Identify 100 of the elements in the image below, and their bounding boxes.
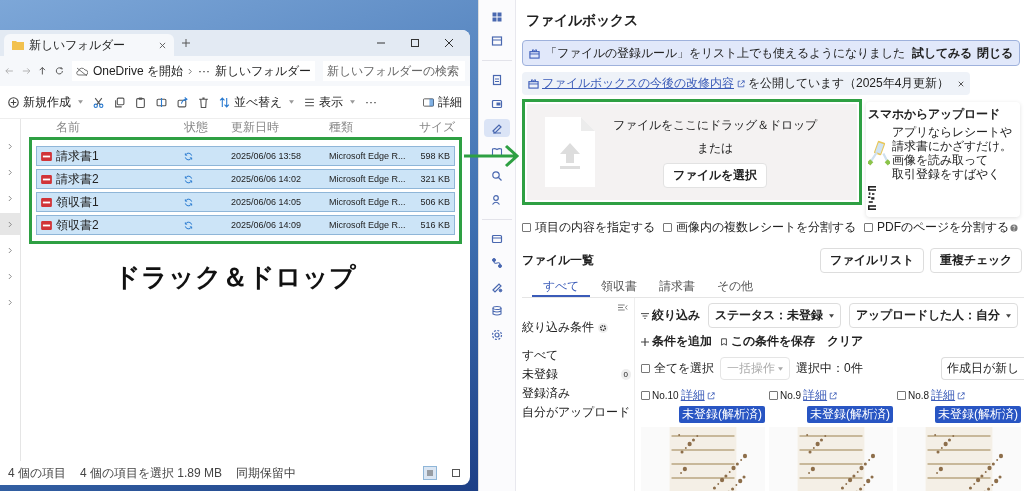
save-condition-button[interactable]: この条件を保存: [720, 333, 815, 350]
selection-info: 4 個の項目を選択 1.89 MB: [80, 464, 223, 482]
chevron-icon: [8, 246, 13, 254]
section-title: ファイル一覧: [522, 252, 594, 269]
file-name: 請求書1: [56, 147, 100, 165]
pdf-icon: [41, 220, 52, 230]
file-row[interactable]: 領収書2 2025/06/06 14:09 Microsoft Edge R... 516 KB: [36, 215, 455, 235]
card-number: No.8: [908, 390, 930, 401]
chevron-icon: [187, 67, 193, 75]
filter-button[interactable]: 絞り込み: [641, 307, 700, 324]
pdf-icon: [41, 151, 52, 161]
notice-link[interactable]: ファイルボックスの今後の改修内容: [542, 75, 734, 92]
column-header[interactable]: 状態: [184, 118, 231, 136]
option-checkbox[interactable]: PDFのページを分割する: [864, 219, 1009, 236]
caret-icon: [829, 313, 834, 318]
details-button[interactable]: 詳細: [423, 92, 462, 112]
pen-icon[interactable]: [484, 119, 510, 137]
file-name: 領収書2: [56, 216, 100, 234]
drop-zone[interactable]: ファイルをここにドラッグ＆ドロップ または ファイルを選択: [527, 104, 857, 200]
tiles-view-icon[interactable]: [450, 467, 462, 479]
chevron-icon: [8, 142, 13, 150]
trash-icon[interactable]: [198, 96, 209, 108]
caret-icon: [78, 100, 83, 104]
card-number: No.10: [652, 390, 679, 401]
close-icon[interactable]: [159, 41, 166, 49]
sync-icon: [184, 151, 193, 161]
select-file-button[interactable]: ファイルを選択: [663, 162, 767, 188]
column-header[interactable]: 名前: [56, 118, 184, 136]
refresh-icon[interactable]: [55, 66, 64, 76]
clear-button[interactable]: クリア: [827, 333, 863, 350]
pdf-icon: [41, 174, 52, 184]
category-tab[interactable]: 領収書: [590, 278, 648, 297]
file-row[interactable]: 請求書2 2025/06/06 14:02 Microsoft Edge R... 321 KB: [36, 169, 455, 189]
up-icon[interactable]: [38, 66, 48, 76]
details-link[interactable]: 詳細: [803, 387, 828, 404]
new-button[interactable]: 新規作成: [8, 92, 83, 112]
count-badge: 0: [620, 369, 631, 380]
address-bar[interactable]: OneDrive を開始 ··· 新しいフォルダー: [71, 61, 315, 81]
duplicate-check-button[interactable]: 重複チェック: [930, 248, 1022, 273]
card-checkbox[interactable]: [897, 391, 906, 400]
column-header[interactable]: サイズ: [419, 118, 455, 136]
address-folder[interactable]: 新しいフォルダー: [214, 62, 311, 80]
file-type: Microsoft Edge R...: [329, 197, 407, 207]
add-condition-button[interactable]: 条件を追加: [641, 333, 712, 350]
category-tab[interactable]: その他: [706, 278, 764, 297]
column-header[interactable]: 更新日時: [231, 118, 329, 136]
details-link[interactable]: 詳細: [680, 387, 705, 404]
filter-item[interactable]: 未登録 0: [522, 365, 634, 384]
category-tab[interactable]: 請求書: [648, 278, 706, 297]
filter-item[interactable]: 登録済み: [522, 384, 634, 403]
details-link[interactable]: 詳細: [931, 387, 956, 404]
file-list-button[interactable]: ファイルリスト: [820, 248, 924, 273]
collapse-icon[interactable]: [618, 304, 628, 311]
page-title: ファイルボックス: [526, 12, 639, 30]
sort-button[interactable]: 並べ替え: [219, 92, 294, 112]
file-type: Microsoft Edge R...: [329, 220, 407, 230]
settings-icon[interactable]: [598, 322, 608, 333]
notice-text: を公開しています（2025年4月更新）: [748, 75, 950, 92]
promo-text: アプリならレシートや: [892, 125, 1012, 139]
folder-tab[interactable]: 新しいフォルダー: [4, 34, 174, 56]
card-checkbox[interactable]: [769, 391, 778, 400]
file-row[interactable]: 領収書1 2025/06/06 14:05 Microsoft Edge R... 506 KB: [36, 192, 455, 212]
close-icon[interactable]: [444, 38, 454, 48]
address-overflow[interactable]: ···: [197, 64, 210, 78]
folder-icon: [12, 40, 24, 50]
external-link-icon: [829, 391, 838, 400]
close-icon[interactable]: [958, 80, 965, 87]
address-location[interactable]: OneDrive を開始: [92, 62, 183, 80]
column-header[interactable]: 種類: [329, 118, 419, 136]
chevron-icon: [8, 194, 13, 202]
option-checkbox[interactable]: 画像内の複数レシートを分割する: [663, 219, 856, 236]
external-link-icon: [706, 391, 715, 400]
file-row[interactable]: 請求書1 2025/06/06 13:58 Microsoft Edge R... 598 KB: [36, 146, 455, 166]
plus-icon[interactable]: [182, 39, 190, 47]
card-checkbox[interactable]: [641, 391, 650, 400]
share-icon[interactable]: [177, 96, 188, 108]
clipboard-icon[interactable]: [135, 96, 146, 108]
filter-item[interactable]: すべて: [522, 346, 634, 365]
rename-icon[interactable]: [156, 96, 167, 108]
category-tab[interactable]: すべて: [532, 278, 590, 297]
copy-icon[interactable]: [114, 96, 125, 108]
scissors-icon[interactable]: [93, 96, 104, 108]
search-field[interactable]: 新しいフォルダーの検索: [322, 61, 465, 81]
try-button[interactable]: 試してみる: [912, 44, 972, 62]
option-checkbox[interactable]: 項目の内容を指定する: [522, 219, 655, 236]
status-badge: 未登録(解析済): [679, 406, 765, 423]
maximize-icon[interactable]: [410, 38, 420, 48]
pdf-icon: [41, 197, 52, 207]
promo-text: 画像を読み取って: [892, 153, 989, 167]
close-button[interactable]: 閉じる: [977, 44, 1013, 62]
more-button[interactable]: ···: [365, 92, 377, 112]
promo-text: 請求書にかざすだけ。: [892, 139, 1012, 153]
file-size: 516 KB: [419, 220, 450, 230]
view-button[interactable]: 表示: [304, 92, 355, 112]
help-icon[interactable]: [1010, 223, 1018, 232]
filter-item[interactable]: 自分がアップロード: [522, 403, 634, 422]
filter-dropdown[interactable]: アップロードした人：自分: [849, 303, 1018, 328]
filter-dropdown[interactable]: ステータス：未登録: [708, 303, 841, 328]
status-badge: 未登録(解析済): [807, 406, 893, 423]
annotation-label: ドラック＆ドロップ: [114, 261, 357, 294]
